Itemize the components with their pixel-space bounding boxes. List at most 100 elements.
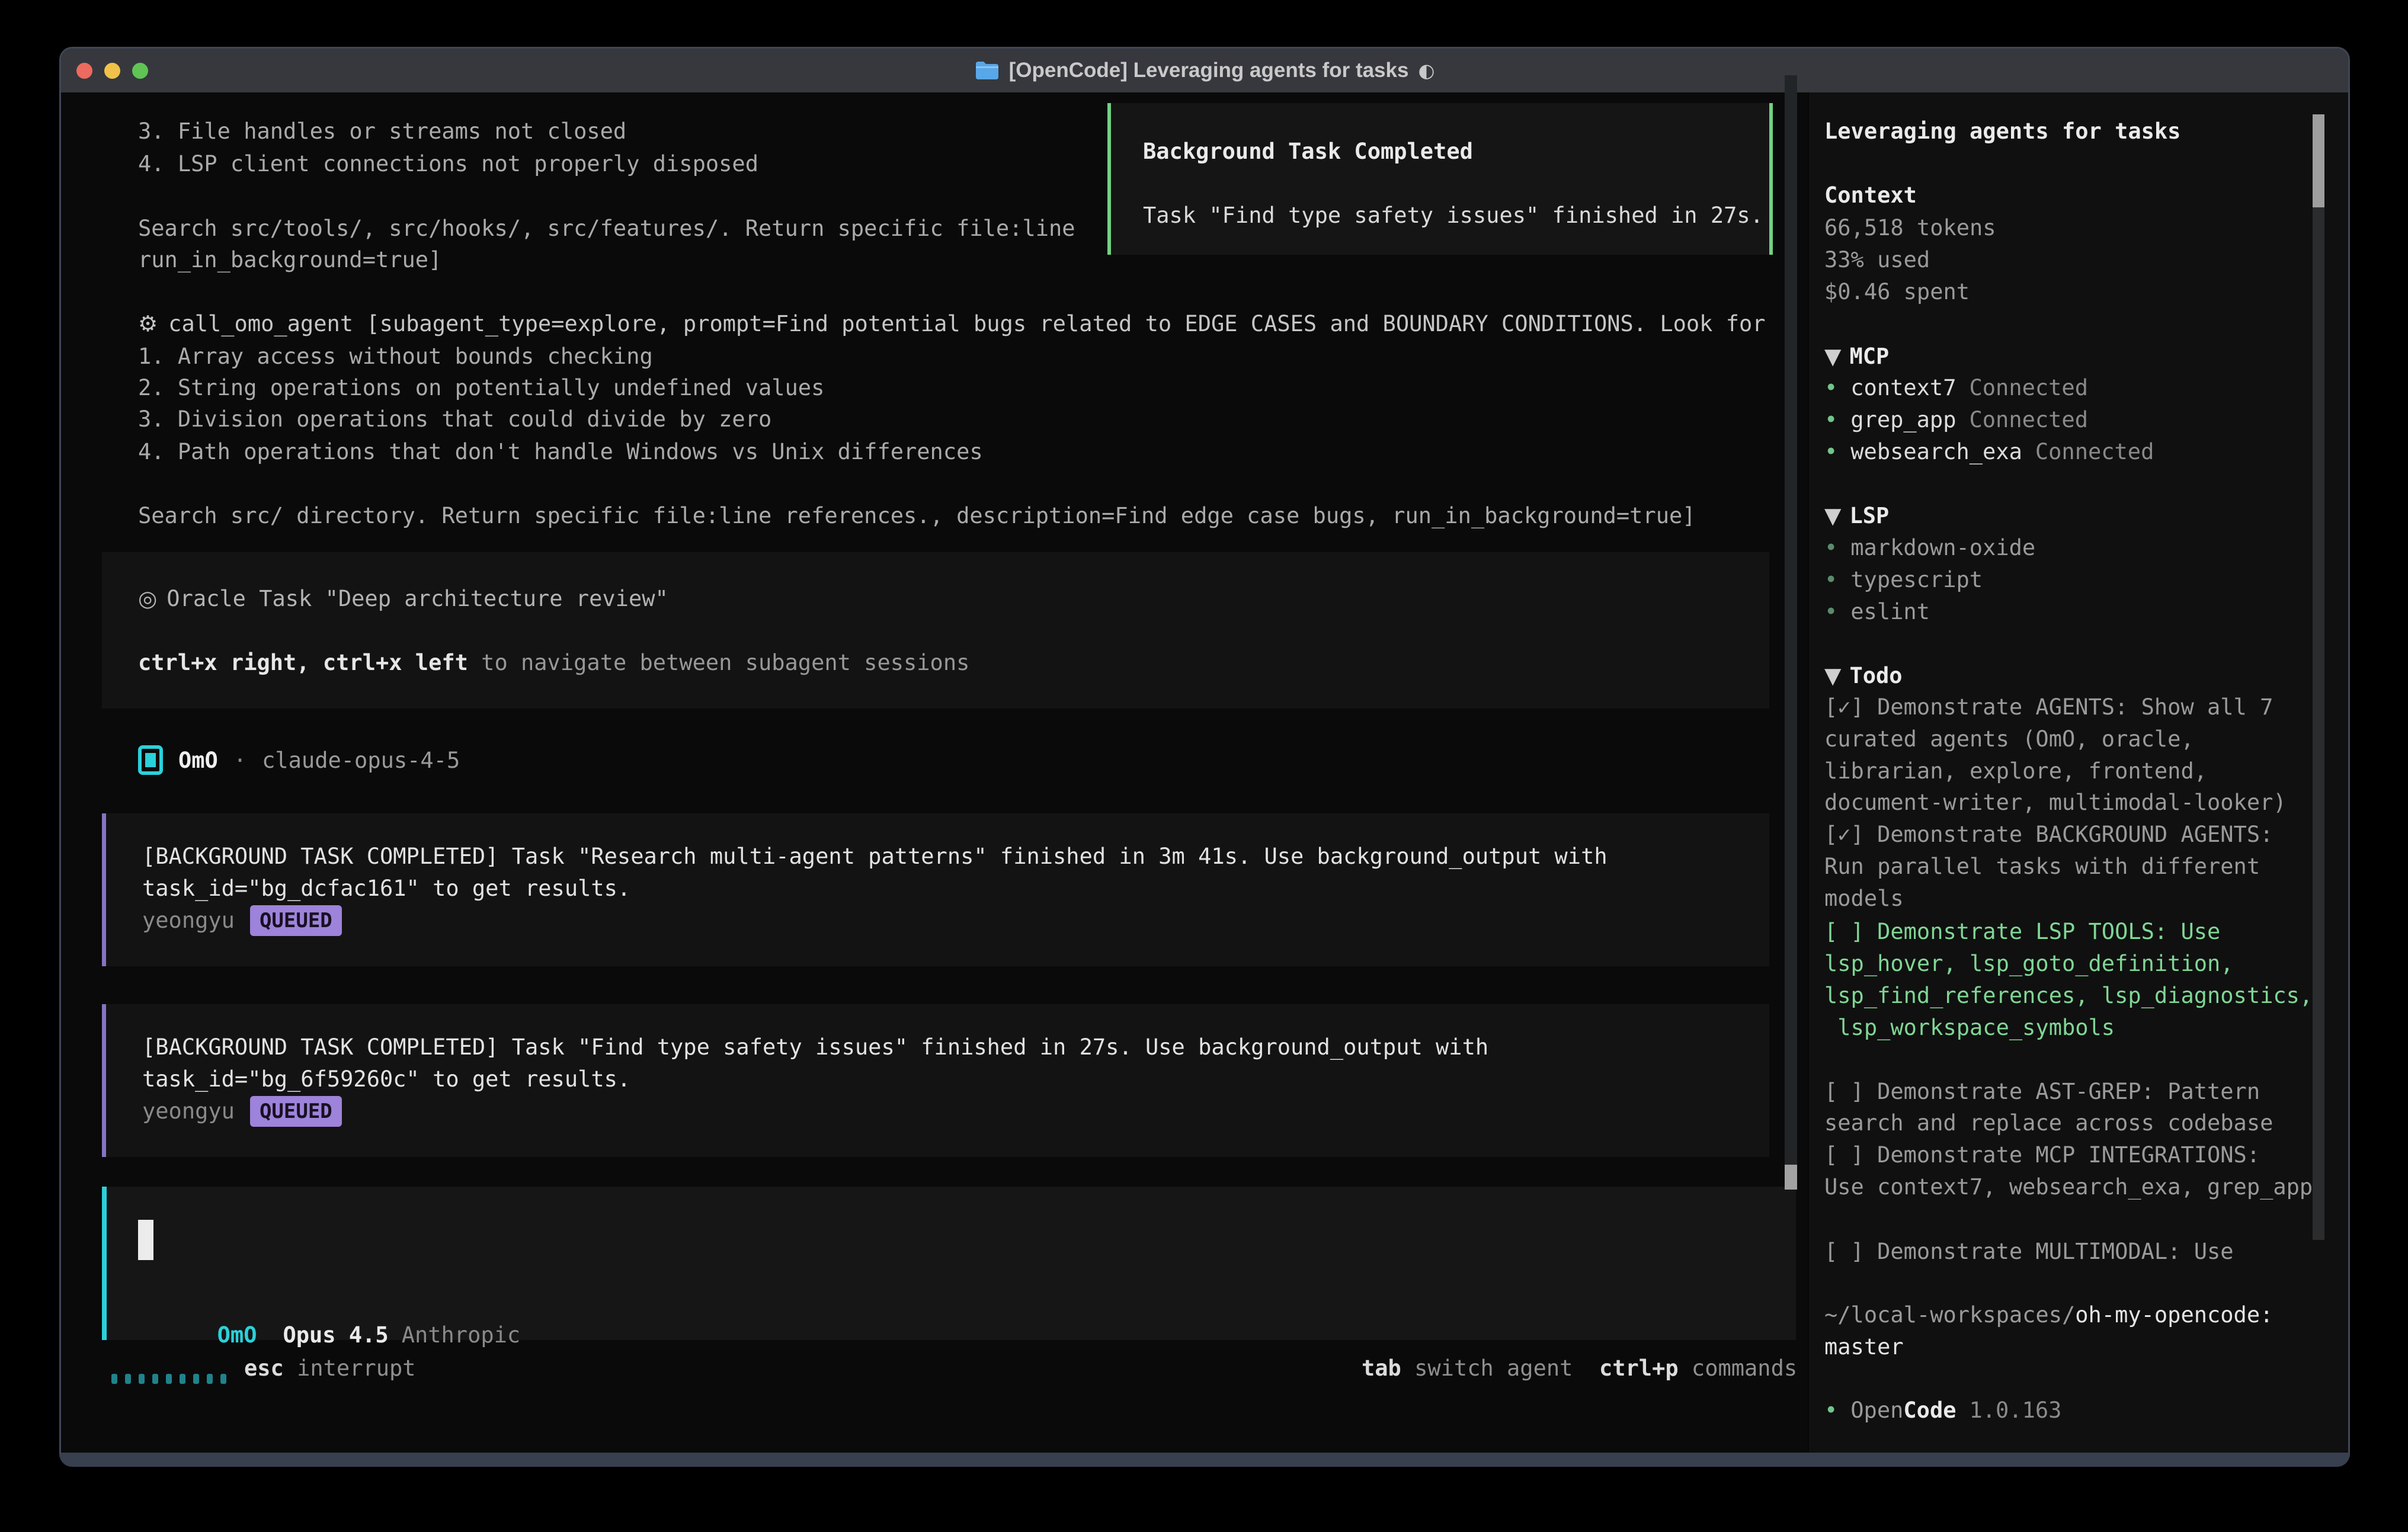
lsp-item-name: typescript [1850,567,1983,592]
app-window: [OpenCode] Leveraging agents for tasks ◐… [59,47,2350,1467]
mcp-item: •websearch_exaConnected [1824,436,2154,468]
git-branch: master [1824,1331,1904,1363]
background-task-toast: Background Task Completed Task "Find typ… [1107,103,1773,255]
spinner-dot [207,1374,213,1384]
status-badge: QUEUED [250,905,342,936]
background-task-message: [BACKGROUND TASK COMPLETED] Task "Find t… [102,1004,1769,1157]
session-title: Leveraging agents for tasks [1824,116,2180,148]
shortcut-keys: ctrl+x right, ctrl+x left [138,650,468,675]
lsp-item: • typescript [1824,564,1983,596]
prompt-input[interactable]: OmOOpus 4.5Anthropic [102,1187,1796,1340]
task-message-line2: task_id="bg_dcfac161" to get results. [142,873,630,905]
mcp-item-name: context7 [1850,375,1956,400]
todo-line: [ ] Demonstrate AST-GREP: Pattern [1824,1076,2260,1108]
mcp-item-status: Connected [1970,375,2088,400]
ctrlp-key: ctrl+p [1573,1355,1678,1381]
sidebar-scrollbar[interactable] [2313,114,2324,1240]
chevron-down-icon[interactable]: ▼ [1824,663,1841,688]
app-version: 1.0.163 [1970,1398,2062,1423]
mcp-section-header[interactable]: ▼ MCP [1824,341,1889,373]
todo-line: document-writer, multimodal-looker) [1824,787,2287,819]
todo-heading-text: Todo [1849,663,1902,688]
mcp-item-status: Connected [1970,407,2088,432]
bullet-icon: • [1824,407,1837,432]
spinner-dot [125,1374,131,1384]
sidebar-scrollbar-thumb[interactable] [2313,114,2324,207]
agent-name: OmO [178,748,218,773]
todo-line: Use context7, websearch_exa, grep_app [1824,1171,2313,1203]
mcp-item-status: Connected [2035,439,2154,464]
spinner-dot [180,1374,185,1384]
terminal-line: 3. Division operations that could divide… [138,403,771,435]
spinner-dot [152,1374,158,1384]
terminal-line: 1. Array access without bounds checking [138,341,653,373]
lsp-item: •markdown-oxide [1824,532,2035,564]
spinner-dot [166,1374,172,1384]
agent-model: claude-opus-4-5 [262,748,460,773]
todo-line: [✓] Demonstrate AGENTS: Show all 7 [1824,691,2273,723]
chevron-down-icon[interactable]: ▼ [1824,503,1841,528]
lsp-item: • eslint [1824,596,1930,628]
separator-dot: · [233,748,246,773]
spinner-dot [139,1374,145,1384]
brand-prefix: Open [1850,1398,1903,1423]
task-message-line2: task_id="bg_6f59260c" to get results. [142,1063,630,1095]
chevron-down-icon[interactable]: ▼ [1824,344,1841,369]
terminal-line: 3. File handles or streams not closed [138,116,626,148]
lsp-section-header[interactable]: ▼ LSP [1824,500,1889,532]
titlebar[interactable]: [OpenCode] Leveraging agents for tasks ◐ [61,49,2348,92]
workspace-path: ~/local-workspaces/oh-my-opencode: [1824,1299,2273,1331]
mcp-item-name: grep_app [1850,407,1956,432]
task-message-line1: [BACKGROUND TASK COMPLETED] Task "Resear… [142,841,1608,873]
todo-section-header[interactable]: ▼ Todo [1824,660,1903,692]
bullet-icon: • [1824,1398,1837,1423]
minimize-button[interactable] [104,63,120,79]
terminal-scrollbar-thumb[interactable] [1785,1165,1797,1190]
bullet-icon: • [1824,599,1837,624]
todo-line-active: lsp_hover, lsp_goto_definition, [1824,948,2234,980]
bullseye-icon: ◎ [138,586,157,611]
window-title: [OpenCode] Leveraging agents for tasks ◐ [975,59,1435,82]
bullet-icon: • [1824,567,1837,592]
terminal-scrollbar[interactable] [1785,75,1797,1190]
model-selector[interactable]: OmOOpus 4.5Anthropic [138,1287,520,1319]
tool-call-text: call_omo_agent [subagent_type=explore, p… [168,311,1765,336]
agent-header-row: OmO · claude-opus-4-5 [138,744,460,776]
lsp-item-name: eslint [1850,599,1930,624]
oracle-task-text: Oracle Task "Deep architecture review" [166,586,668,611]
sidebar: Leveraging agents for tasks Context 66,5… [1809,92,2348,1453]
todo-line: [ ] Demonstrate MCP INTEGRATIONS: [1824,1139,2260,1171]
task-message-line1: [BACKGROUND TASK COMPLETED] Task "Find t… [142,1031,1488,1063]
terminal-line: 4. Path operations that don't handle Win… [138,436,983,468]
terminal-line: Search src/ directory. Return specific f… [138,500,1696,532]
toast-body: Task "Find type safety issues" finished … [1143,200,1763,232]
agent-icon [138,745,163,775]
workspace-path-prefix: ~/local-workspaces/ [1824,1302,2075,1328]
close-button[interactable] [76,63,92,79]
app-version-row: •OpenCode1.0.163 [1824,1395,2061,1427]
context-tokens: 66,518 tokens [1824,212,1996,244]
shortcut-hint-text: to navigate between subagent sessions [468,650,969,675]
activity-spinner [111,1363,226,1395]
background-task-message: [BACKGROUND TASK COMPLETED] Task "Resear… [102,813,1769,966]
context-used: 33% used [1824,244,1930,276]
bullet-icon: • [1824,439,1837,464]
esc-shortcut: esc interrupt [244,1352,416,1384]
context-heading: Context [1824,180,1917,211]
terminal-line: 4. LSP client connections not properly d… [138,148,758,180]
todo-line-active: lsp_find_references, lsp_diagnostics, [1824,980,2313,1012]
status-badge: QUEUED [250,1096,342,1127]
todo-line: [✓] Demonstrate BACKGROUND AGENTS: [1824,819,2273,851]
text-cursor [138,1220,153,1260]
lsp-heading-text: LSP [1849,503,1889,528]
mcp-heading-text: MCP [1849,344,1889,369]
spinner-dot [111,1374,117,1384]
traffic-lights [76,49,148,92]
maximize-button[interactable] [132,63,148,79]
folder-icon [975,60,1000,81]
todo-line-active: lsp_workspace_symbols [1824,1012,2115,1044]
mcp-item: •context7Connected [1824,372,2088,404]
username: yeongyu [142,1095,235,1127]
spinner-dot [220,1374,226,1384]
spinner-dot [193,1374,199,1384]
